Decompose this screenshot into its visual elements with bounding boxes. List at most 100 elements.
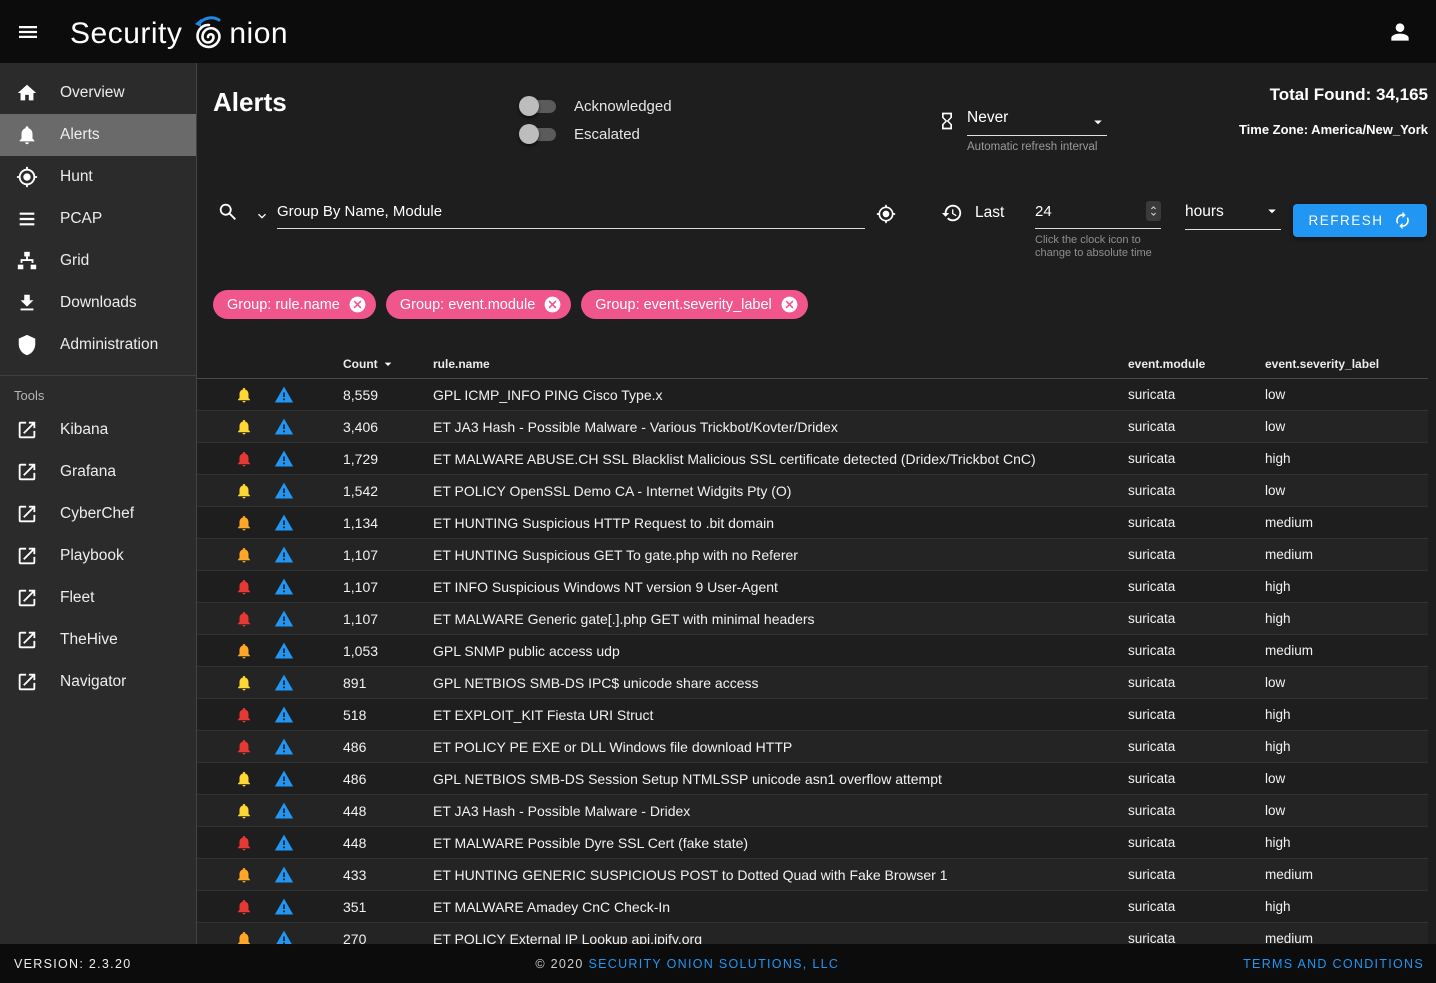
quick-filter-target-icon[interactable]: [876, 204, 896, 224]
table-row[interactable]: 3,406 ET JA3 Hash - Possible Malware - V…: [197, 411, 1428, 443]
rule-name-cell[interactable]: ET MALWARE Generic gate[.].php GET with …: [433, 611, 1128, 627]
table-row[interactable]: 1,729 ET MALWARE ABUSE.CH SSL Blacklist …: [197, 443, 1428, 475]
alert-warning-icon[interactable]: [274, 801, 294, 821]
table-row[interactable]: 518 ET EXPLOIT_KIT Fiesta URI Struct sur…: [197, 699, 1428, 731]
table-row[interactable]: 1,107 ET INFO Suspicious Windows NT vers…: [197, 571, 1428, 603]
table-row[interactable]: 1,107 ET HUNTING Suspicious GET To gate.…: [197, 539, 1428, 571]
severity-cell[interactable]: low: [1265, 803, 1428, 818]
severity-cell[interactable]: high: [1265, 739, 1428, 754]
severity-cell[interactable]: medium: [1265, 515, 1428, 530]
module-cell[interactable]: suricata: [1128, 483, 1265, 498]
tool-link-item[interactable]: Kibana: [0, 409, 196, 451]
rule-name-cell[interactable]: ET HUNTING Suspicious HTTP Request to .b…: [433, 515, 1128, 531]
module-cell[interactable]: suricata: [1128, 675, 1265, 690]
severity-cell[interactable]: high: [1265, 611, 1428, 626]
rule-name-cell[interactable]: ET JA3 Hash - Possible Malware - Dridex: [433, 803, 1128, 819]
tool-link-item[interactable]: TheHive: [0, 619, 196, 661]
rule-name-cell[interactable]: ET HUNTING GENERIC SUSPICIOUS POST to Do…: [433, 867, 1128, 883]
table-row[interactable]: 891 GPL NETBIOS SMB-DS IPC$ unicode shar…: [197, 667, 1428, 699]
rule-name-cell[interactable]: ET MALWARE ABUSE.CH SSL Blacklist Malici…: [433, 451, 1128, 467]
sidebar-item[interactable]: Administration: [0, 324, 196, 366]
chip-close-icon[interactable]: [543, 295, 562, 314]
severity-cell[interactable]: high: [1265, 835, 1428, 850]
group-filter-chip[interactable]: Group: event.module: [386, 290, 571, 319]
rule-name-cell[interactable]: ET JA3 Hash - Possible Malware - Various…: [433, 419, 1128, 435]
company-link[interactable]: SECURITY ONION SOLUTIONS, LLC: [588, 957, 839, 971]
severity-bell-icon[interactable]: [235, 578, 253, 596]
sidebar-item[interactable]: PCAP: [0, 198, 196, 240]
severity-cell[interactable]: medium: [1265, 867, 1428, 882]
duration-stepper-icon[interactable]: [1146, 201, 1161, 221]
escalated-toggle[interactable]: [523, 128, 556, 141]
column-header-rule-name[interactable]: rule.name: [433, 357, 1128, 371]
rule-name-cell[interactable]: ET POLICY PE EXE or DLL Windows file dow…: [433, 739, 1128, 755]
chip-close-icon[interactable]: [348, 295, 367, 314]
severity-bell-icon[interactable]: [235, 770, 253, 788]
alert-warning-icon[interactable]: [274, 737, 294, 757]
module-cell[interactable]: suricata: [1128, 739, 1265, 754]
rule-name-cell[interactable]: ET HUNTING Suspicious GET To gate.php wi…: [433, 547, 1128, 563]
severity-bell-icon[interactable]: [235, 482, 253, 500]
severity-cell[interactable]: low: [1265, 387, 1428, 402]
module-cell[interactable]: suricata: [1128, 547, 1265, 562]
time-unit-select[interactable]: hours: [1185, 200, 1281, 230]
severity-cell[interactable]: low: [1265, 675, 1428, 690]
severity-cell[interactable]: high: [1265, 707, 1428, 722]
severity-cell[interactable]: high: [1265, 451, 1428, 466]
module-cell[interactable]: suricata: [1128, 515, 1265, 530]
severity-bell-icon[interactable]: [235, 418, 253, 436]
column-header-count[interactable]: Count: [343, 356, 433, 372]
group-filter-chip[interactable]: Group: event.severity_label: [581, 290, 808, 319]
rule-name-cell[interactable]: GPL NETBIOS SMB-DS Session Setup NTMLSSP…: [433, 771, 1128, 787]
table-row[interactable]: 351 ET MALWARE Amadey CnC Check-In suric…: [197, 891, 1428, 923]
module-cell[interactable]: suricata: [1128, 611, 1265, 626]
module-cell[interactable]: suricata: [1128, 899, 1265, 914]
module-cell[interactable]: suricata: [1128, 771, 1265, 786]
severity-bell-icon[interactable]: [235, 866, 253, 884]
user-menu-button[interactable]: [1378, 10, 1422, 54]
module-cell[interactable]: suricata: [1128, 803, 1265, 818]
table-row[interactable]: 270 ET POLICY External IP Lookup api.ipi…: [197, 923, 1428, 944]
chip-close-icon[interactable]: [780, 295, 799, 314]
rule-name-cell[interactable]: GPL NETBIOS SMB-DS IPC$ unicode share ac…: [433, 675, 1128, 691]
alert-warning-icon[interactable]: [274, 769, 294, 789]
sidebar-item[interactable]: Hunt: [0, 156, 196, 198]
sidebar-item[interactable]: Alerts: [0, 114, 196, 156]
alert-warning-icon[interactable]: [274, 417, 294, 437]
severity-bell-icon[interactable]: [235, 738, 253, 756]
severity-bell-icon[interactable]: [235, 834, 253, 852]
table-row[interactable]: 486 GPL NETBIOS SMB-DS Session Setup NTM…: [197, 763, 1428, 795]
module-cell[interactable]: suricata: [1128, 419, 1265, 434]
tool-link-item[interactable]: Navigator: [0, 661, 196, 703]
severity-cell[interactable]: low: [1265, 483, 1428, 498]
module-cell[interactable]: suricata: [1128, 579, 1265, 594]
table-row[interactable]: 486 ET POLICY PE EXE or DLL Windows file…: [197, 731, 1428, 763]
severity-bell-icon[interactable]: [235, 706, 253, 724]
severity-bell-icon[interactable]: [235, 514, 253, 532]
rule-name-cell[interactable]: ET POLICY OpenSSL Demo CA - Internet Wid…: [433, 483, 1128, 499]
severity-cell[interactable]: high: [1265, 899, 1428, 914]
rule-name-cell[interactable]: ET MALWARE Possible Dyre SSL Cert (fake …: [433, 835, 1128, 851]
rule-name-cell[interactable]: ET INFO Suspicious Windows NT version 9 …: [433, 579, 1128, 595]
alert-warning-icon[interactable]: [274, 609, 294, 629]
table-row[interactable]: 448 ET MALWARE Possible Dyre SSL Cert (f…: [197, 827, 1428, 859]
column-header-severity[interactable]: event.severity_label: [1265, 357, 1428, 371]
alert-warning-icon[interactable]: [274, 705, 294, 725]
module-cell[interactable]: suricata: [1128, 387, 1265, 402]
severity-bell-icon[interactable]: [235, 610, 253, 628]
severity-cell[interactable]: medium: [1265, 547, 1428, 562]
table-row[interactable]: 1,053 GPL SNMP public access udp suricat…: [197, 635, 1428, 667]
severity-cell[interactable]: low: [1265, 771, 1428, 786]
tool-link-item[interactable]: Fleet: [0, 577, 196, 619]
tool-link-item[interactable]: Grafana: [0, 451, 196, 493]
severity-bell-icon[interactable]: [235, 386, 253, 404]
refresh-button[interactable]: REFRESH: [1293, 204, 1427, 237]
module-cell[interactable]: suricata: [1128, 835, 1265, 850]
tool-link-item[interactable]: CyberChef: [0, 493, 196, 535]
rule-name-cell[interactable]: GPL SNMP public access udp: [433, 643, 1128, 659]
refresh-interval-select[interactable]: Never: [967, 107, 1107, 136]
acknowledged-toggle[interactable]: [523, 100, 556, 113]
severity-cell[interactable]: medium: [1265, 931, 1428, 944]
alert-warning-icon[interactable]: [274, 865, 294, 885]
rule-name-cell[interactable]: ET MALWARE Amadey CnC Check-In: [433, 899, 1128, 915]
